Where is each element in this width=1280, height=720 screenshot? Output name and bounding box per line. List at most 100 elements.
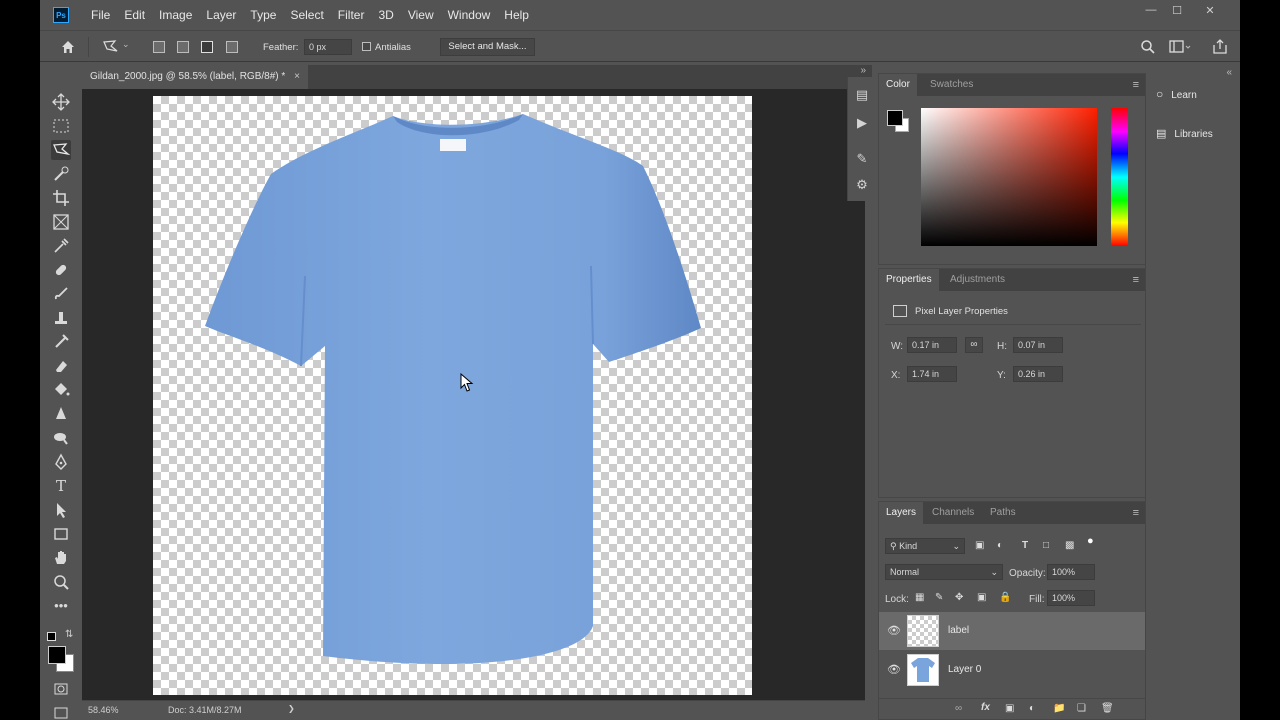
blur-tool-icon[interactable] xyxy=(51,404,71,424)
opacity-input[interactable]: 100% xyxy=(1047,564,1095,580)
frame-tool-icon[interactable] xyxy=(51,212,71,232)
lock-position-icon[interactable]: ✥ xyxy=(955,592,963,603)
properties-panel-menu-icon[interactable]: ≡ xyxy=(1133,274,1139,286)
x-position-input[interactable]: 1.74 in xyxy=(907,366,957,382)
new-selection-icon[interactable] xyxy=(153,41,165,53)
collapse-right-column-icon[interactable]: « xyxy=(1226,67,1232,78)
add-mask-icon[interactable]: ▣ xyxy=(1005,703,1014,714)
share-icon[interactable] xyxy=(1212,38,1228,55)
collapse-panels-icon[interactable]: » xyxy=(860,65,866,76)
pen-tool-icon[interactable] xyxy=(51,452,71,472)
swap-colors-icon[interactable]: ⇅ xyxy=(65,629,73,640)
document-canvas[interactable] xyxy=(153,96,752,695)
layers-panel-menu-icon[interactable]: ≡ xyxy=(1133,507,1139,519)
width-input[interactable]: 0.17 in xyxy=(907,337,957,353)
clone-stamp-tool-icon[interactable] xyxy=(51,308,71,328)
tab-swatches[interactable]: Swatches xyxy=(923,74,980,96)
close-tab-icon[interactable]: × xyxy=(294,65,300,89)
foreground-color-swatch[interactable] xyxy=(48,646,66,664)
workspace-icon[interactable] xyxy=(1169,39,1191,55)
tool-preset-chevron-icon[interactable]: ⌄ xyxy=(122,39,130,50)
foreground-color-chip[interactable] xyxy=(887,110,903,126)
hue-slider[interactable] xyxy=(1111,108,1128,246)
lock-artboard-icon[interactable]: ▣ xyxy=(977,592,986,603)
new-layer-icon[interactable]: ❏ xyxy=(1077,703,1086,714)
learn-panel-button[interactable]: ○ Learn xyxy=(1156,87,1236,101)
new-group-icon[interactable]: 📁 xyxy=(1053,703,1065,714)
lock-image-icon[interactable]: ✎ xyxy=(935,592,943,603)
menu-file[interactable]: File xyxy=(91,8,110,22)
tab-color[interactable]: Color xyxy=(879,74,917,96)
adjustments-panel-icon[interactable]: ⚙ xyxy=(852,175,872,195)
menu-3d[interactable]: 3D xyxy=(378,8,393,22)
quick-selection-tool-icon[interactable] xyxy=(51,164,71,184)
tab-adjustments[interactable]: Adjustments xyxy=(943,269,1012,291)
marquee-tool-icon[interactable] xyxy=(51,116,71,136)
path-selection-tool-icon[interactable] xyxy=(51,500,71,520)
screen-mode-icon[interactable] xyxy=(51,703,71,720)
select-and-mask-button[interactable]: Select and Mask... xyxy=(440,38,535,56)
eraser-tool-icon[interactable] xyxy=(51,356,71,376)
polygonal-lasso-icon[interactable] xyxy=(102,39,120,55)
delete-layer-icon[interactable]: 🗑 xyxy=(1101,703,1114,714)
menu-select[interactable]: Select xyxy=(290,8,323,22)
history-panel-icon[interactable]: ▤ xyxy=(852,85,872,105)
search-icon[interactable] xyxy=(1140,39,1156,55)
brushes-panel-icon[interactable]: ✎ xyxy=(852,149,872,169)
rectangle-tool-icon[interactable] xyxy=(51,524,71,544)
dodge-tool-icon[interactable] xyxy=(51,428,71,448)
shape-filter-icon[interactable]: □ xyxy=(1043,540,1049,551)
document-tab[interactable]: Gildan_2000.jpg @ 58.5% (label, RGB/8#) … xyxy=(82,65,308,89)
zoom-tool-icon[interactable] xyxy=(51,572,71,592)
layer-filter-select[interactable]: ⚲ Kind ⌄ xyxy=(885,538,965,554)
layer-name[interactable]: Layer 0 xyxy=(948,664,981,675)
eyedropper-tool-icon[interactable] xyxy=(51,236,71,256)
paint-bucket-tool-icon[interactable] xyxy=(51,380,71,400)
status-menu-arrow-icon[interactable]: ❯ xyxy=(288,704,295,713)
adjustment-layer-icon[interactable]: ◐ xyxy=(1029,703,1035,714)
menu-window[interactable]: Window xyxy=(448,8,491,22)
blend-mode-select[interactable]: Normal ⌄ xyxy=(885,564,1003,580)
subtract-from-selection-icon[interactable] xyxy=(201,41,213,53)
link-dimensions-icon[interactable]: ∞ xyxy=(965,337,983,353)
actions-panel-icon[interactable]: ▶ xyxy=(852,113,872,133)
move-tool-icon[interactable] xyxy=(51,92,71,112)
color-panel-menu-icon[interactable]: ≡ xyxy=(1133,79,1139,91)
tab-channels[interactable]: Channels xyxy=(925,502,981,524)
history-brush-tool-icon[interactable] xyxy=(51,332,71,352)
intersect-selection-icon[interactable] xyxy=(226,41,238,53)
close-window-button[interactable]: ✕ xyxy=(1195,4,1225,18)
default-colors-icon[interactable] xyxy=(47,632,56,641)
visibility-eye-icon[interactable]: 👁 xyxy=(887,624,901,637)
menu-filter[interactable]: Filter xyxy=(338,8,365,22)
menu-edit[interactable]: Edit xyxy=(124,8,145,22)
color-field[interactable] xyxy=(921,108,1097,246)
layer-style-icon[interactable]: fx xyxy=(981,702,990,713)
menu-image[interactable]: Image xyxy=(159,8,192,22)
type-tool-icon[interactable]: T xyxy=(51,476,71,496)
add-to-selection-icon[interactable] xyxy=(177,41,189,53)
home-icon[interactable] xyxy=(60,39,76,55)
tab-paths[interactable]: Paths xyxy=(983,502,1023,524)
menu-help[interactable]: Help xyxy=(504,8,529,22)
pixel-filter-icon[interactable]: ▣ xyxy=(975,540,984,551)
brush-tool-icon[interactable] xyxy=(51,284,71,304)
more-tools-icon[interactable]: ••• xyxy=(51,596,71,616)
adjustment-filter-icon[interactable]: ◐ xyxy=(997,540,1003,551)
tab-properties[interactable]: Properties xyxy=(879,269,939,291)
zoom-level[interactable]: 58.46% xyxy=(88,705,119,715)
height-input[interactable]: 0.07 in xyxy=(1013,337,1063,353)
layer-row-layer-0[interactable]: 👁 Layer 0 xyxy=(879,651,1147,689)
crop-tool-icon[interactable] xyxy=(51,188,71,208)
filter-toggle-icon[interactable]: ● xyxy=(1087,535,1094,547)
quick-mask-icon[interactable] xyxy=(51,679,71,699)
lock-all-icon[interactable]: 🔒 xyxy=(999,592,1011,603)
lasso-tool-icon[interactable] xyxy=(51,140,71,160)
visibility-eye-icon[interactable]: 👁 xyxy=(887,663,901,676)
restore-button[interactable]: ☐ xyxy=(1162,4,1192,18)
hand-tool-icon[interactable] xyxy=(51,548,71,568)
menu-type[interactable]: Type xyxy=(250,8,276,22)
menu-view[interactable]: View xyxy=(408,8,434,22)
layer-name[interactable]: label xyxy=(948,625,969,636)
libraries-panel-button[interactable]: ▤ Libraries xyxy=(1156,127,1236,140)
